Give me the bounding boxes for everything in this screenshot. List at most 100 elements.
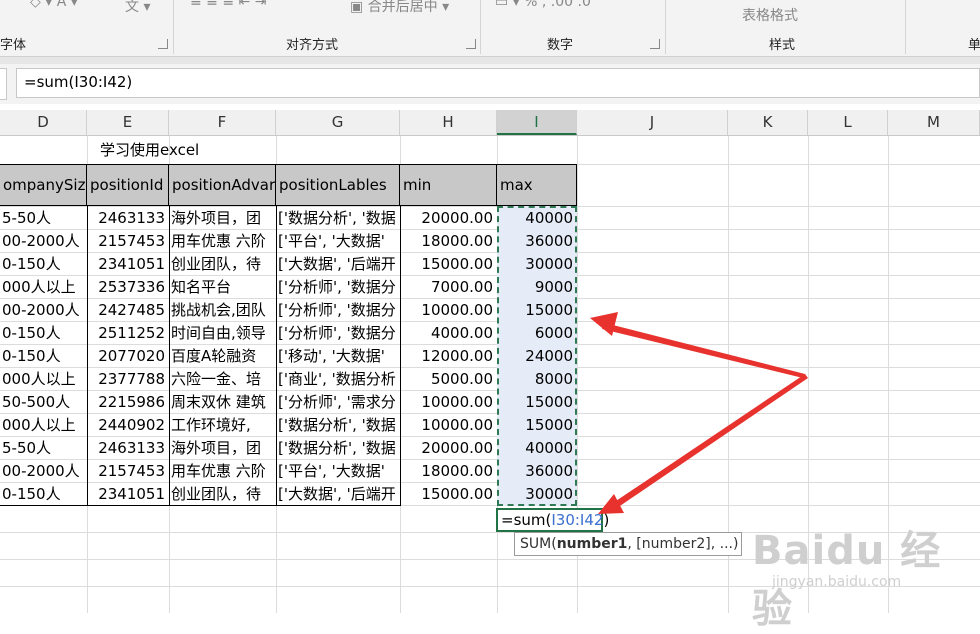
cell-position-id[interactable]: 2157453 (87, 460, 169, 482)
cell-min[interactable]: 12000.00 (400, 345, 497, 367)
number-launcher-icon[interactable] (650, 39, 660, 49)
cell-position-advantage[interactable]: 知名平台 (169, 276, 276, 298)
formula-input[interactable]: =sum(I30:I42) (16, 68, 980, 98)
cell-position-labels[interactable]: ['移动', '大数据' (276, 345, 400, 367)
cell-position-labels[interactable]: ['数据分析', '数据 (276, 207, 400, 229)
cell-company-size[interactable]: 00-2000人 (0, 460, 87, 482)
header-max[interactable]: max (497, 164, 577, 206)
cell-position-id[interactable]: 2537336 (87, 276, 169, 298)
cell-max[interactable]: 15000 (497, 414, 577, 436)
column-header-G[interactable]: G (276, 110, 400, 135)
header-min[interactable]: min (400, 164, 497, 206)
phonetic-icon[interactable]: 文 ▾ (125, 0, 150, 16)
cell-position-labels[interactable]: ['大数据', '后端开 (276, 483, 400, 505)
cell-position-advantage[interactable]: 六险一金、培 (169, 368, 276, 390)
cell-min[interactable]: 18000.00 (400, 460, 497, 482)
cell-company-size[interactable]: 5-50人 (0, 437, 87, 459)
cell-max[interactable]: 30000 (497, 253, 577, 275)
cell-position-labels[interactable]: ['数据分析', '数据 (276, 414, 400, 436)
cell-position-labels[interactable]: ['分析师', '需求分 (276, 391, 400, 413)
active-cell-formula[interactable]: =sum(I30:I42) (496, 508, 609, 532)
cell-min[interactable]: 4000.00 (400, 322, 497, 344)
cell-position-labels[interactable]: ['商业', '数据分析 (276, 368, 400, 390)
cell-company-size[interactable]: 5-50人 (0, 207, 87, 229)
cell-company-size[interactable]: 0-150人 (0, 322, 87, 344)
cell-min[interactable]: 20000.00 (400, 207, 497, 229)
cell-position-advantage[interactable]: 时间自由,领导 (169, 322, 276, 344)
cell-min[interactable]: 10000.00 (400, 391, 497, 413)
cell-max[interactable]: 24000 (497, 345, 577, 367)
cell-position-labels[interactable]: ['分析师', '数据分 (276, 276, 400, 298)
cell-company-size[interactable]: 50-500人 (0, 391, 87, 413)
cell-position-advantage[interactable]: 创业团队，待 (169, 483, 276, 505)
font-color-icon[interactable]: ◇ ▾ A ▾ (30, 0, 78, 10)
cell-position-id[interactable]: 2341051 (87, 253, 169, 275)
cell-min[interactable]: 10000.00 (400, 414, 497, 436)
number-format-icons[interactable]: ▭ ▾ % , .00 .0 (495, 0, 591, 10)
cell-position-labels[interactable]: ['分析师', '数据分 (276, 322, 400, 344)
function-tooltip[interactable]: SUM(number1, [number2], ...) (514, 532, 742, 556)
column-header-D[interactable]: D (0, 110, 87, 135)
cell-position-labels[interactable]: ['分析师', '数据分 (276, 299, 400, 321)
column-header-M[interactable]: M (888, 110, 980, 135)
column-header-H[interactable]: H (400, 110, 497, 135)
merge-center-button[interactable]: ▣ 合并后居中 ▾ (350, 0, 449, 16)
align-icons[interactable]: ≡ ≡ ≡ ⇤ ⇥ (190, 0, 266, 10)
cell-min[interactable]: 15000.00 (400, 483, 497, 505)
header-position-advantage[interactable]: positionAdvar (169, 164, 276, 206)
header-position-id[interactable]: positionId (87, 164, 169, 206)
cell-position-id[interactable]: 2215986 (87, 391, 169, 413)
cell-max[interactable]: 36000 (497, 230, 577, 252)
header-position-labels[interactable]: positionLables (276, 164, 400, 206)
cell-min[interactable]: 20000.00 (400, 437, 497, 459)
cell-position-labels[interactable]: ['平台', '大数据' (276, 460, 400, 482)
cell-max[interactable]: 9000 (497, 276, 577, 298)
font-launcher-icon[interactable] (158, 39, 168, 49)
cell-position-labels[interactable]: ['数据分析', '数据 (276, 437, 400, 459)
cell-company-size[interactable]: 00-2000人 (0, 299, 87, 321)
column-header-E[interactable]: E (87, 110, 169, 135)
cell-position-id[interactable]: 2440902 (87, 414, 169, 436)
name-box[interactable] (0, 68, 7, 100)
cell-company-size[interactable]: 0-150人 (0, 345, 87, 367)
cell-company-size[interactable]: 000人以上 (0, 276, 87, 298)
cell-company-size[interactable]: 0-150人 (0, 483, 87, 505)
cell-position-advantage[interactable]: 创业团队，待 (169, 253, 276, 275)
cell-position-advantage[interactable]: 用车优惠 六阶 (169, 460, 276, 482)
sheet-title[interactable]: 学习使用excel (100, 139, 300, 161)
cell-position-advantage[interactable]: 百度A轮融资 (169, 345, 276, 367)
cell-max[interactable]: 8000 (497, 368, 577, 390)
cell-position-labels[interactable]: ['大数据', '后端开 (276, 253, 400, 275)
cell-company-size[interactable]: 000人以上 (0, 414, 87, 436)
cell-min[interactable]: 10000.00 (400, 299, 497, 321)
cell-position-id[interactable]: 2427485 (87, 299, 169, 321)
cell-position-id[interactable]: 2463133 (87, 207, 169, 229)
cell-position-labels[interactable]: ['平台', '大数据' (276, 230, 400, 252)
cell-position-advantage[interactable]: 工作环境好, (169, 414, 276, 436)
cell-position-advantage[interactable]: 海外项目，团 (169, 437, 276, 459)
cell-position-id[interactable]: 2511252 (87, 322, 169, 344)
column-header-F[interactable]: F (169, 110, 276, 135)
format-as-table-button[interactable]: 表格格式 (742, 5, 798, 25)
cell-max[interactable]: 30000 (497, 483, 577, 505)
cell-max[interactable]: 15000 (497, 299, 577, 321)
header-company-size[interactable]: ompanySize (0, 164, 87, 206)
cell-position-id[interactable]: 2157453 (87, 230, 169, 252)
cell-company-size[interactable]: 0-150人 (0, 253, 87, 275)
cell-company-size[interactable]: 000人以上 (0, 368, 87, 390)
cell-position-advantage[interactable]: 用车优惠 六阶 (169, 230, 276, 252)
cell-min[interactable]: 18000.00 (400, 230, 497, 252)
cell-min[interactable]: 7000.00 (400, 276, 497, 298)
cell-max[interactable]: 15000 (497, 391, 577, 413)
alignment-launcher-icon[interactable] (466, 39, 476, 49)
cell-min[interactable]: 15000.00 (400, 253, 497, 275)
cell-position-advantage[interactable]: 周末双休 建筑 (169, 391, 276, 413)
cell-position-advantage[interactable]: 海外项目，团 (169, 207, 276, 229)
cell-max[interactable]: 36000 (497, 460, 577, 482)
cell-max[interactable]: 40000 (497, 207, 577, 229)
column-header-L[interactable]: L (808, 110, 888, 135)
cell-position-id[interactable]: 2463133 (87, 437, 169, 459)
column-header-K[interactable]: K (728, 110, 808, 135)
cell-company-size[interactable]: 00-2000人 (0, 230, 87, 252)
column-header-J[interactable]: J (577, 110, 728, 135)
